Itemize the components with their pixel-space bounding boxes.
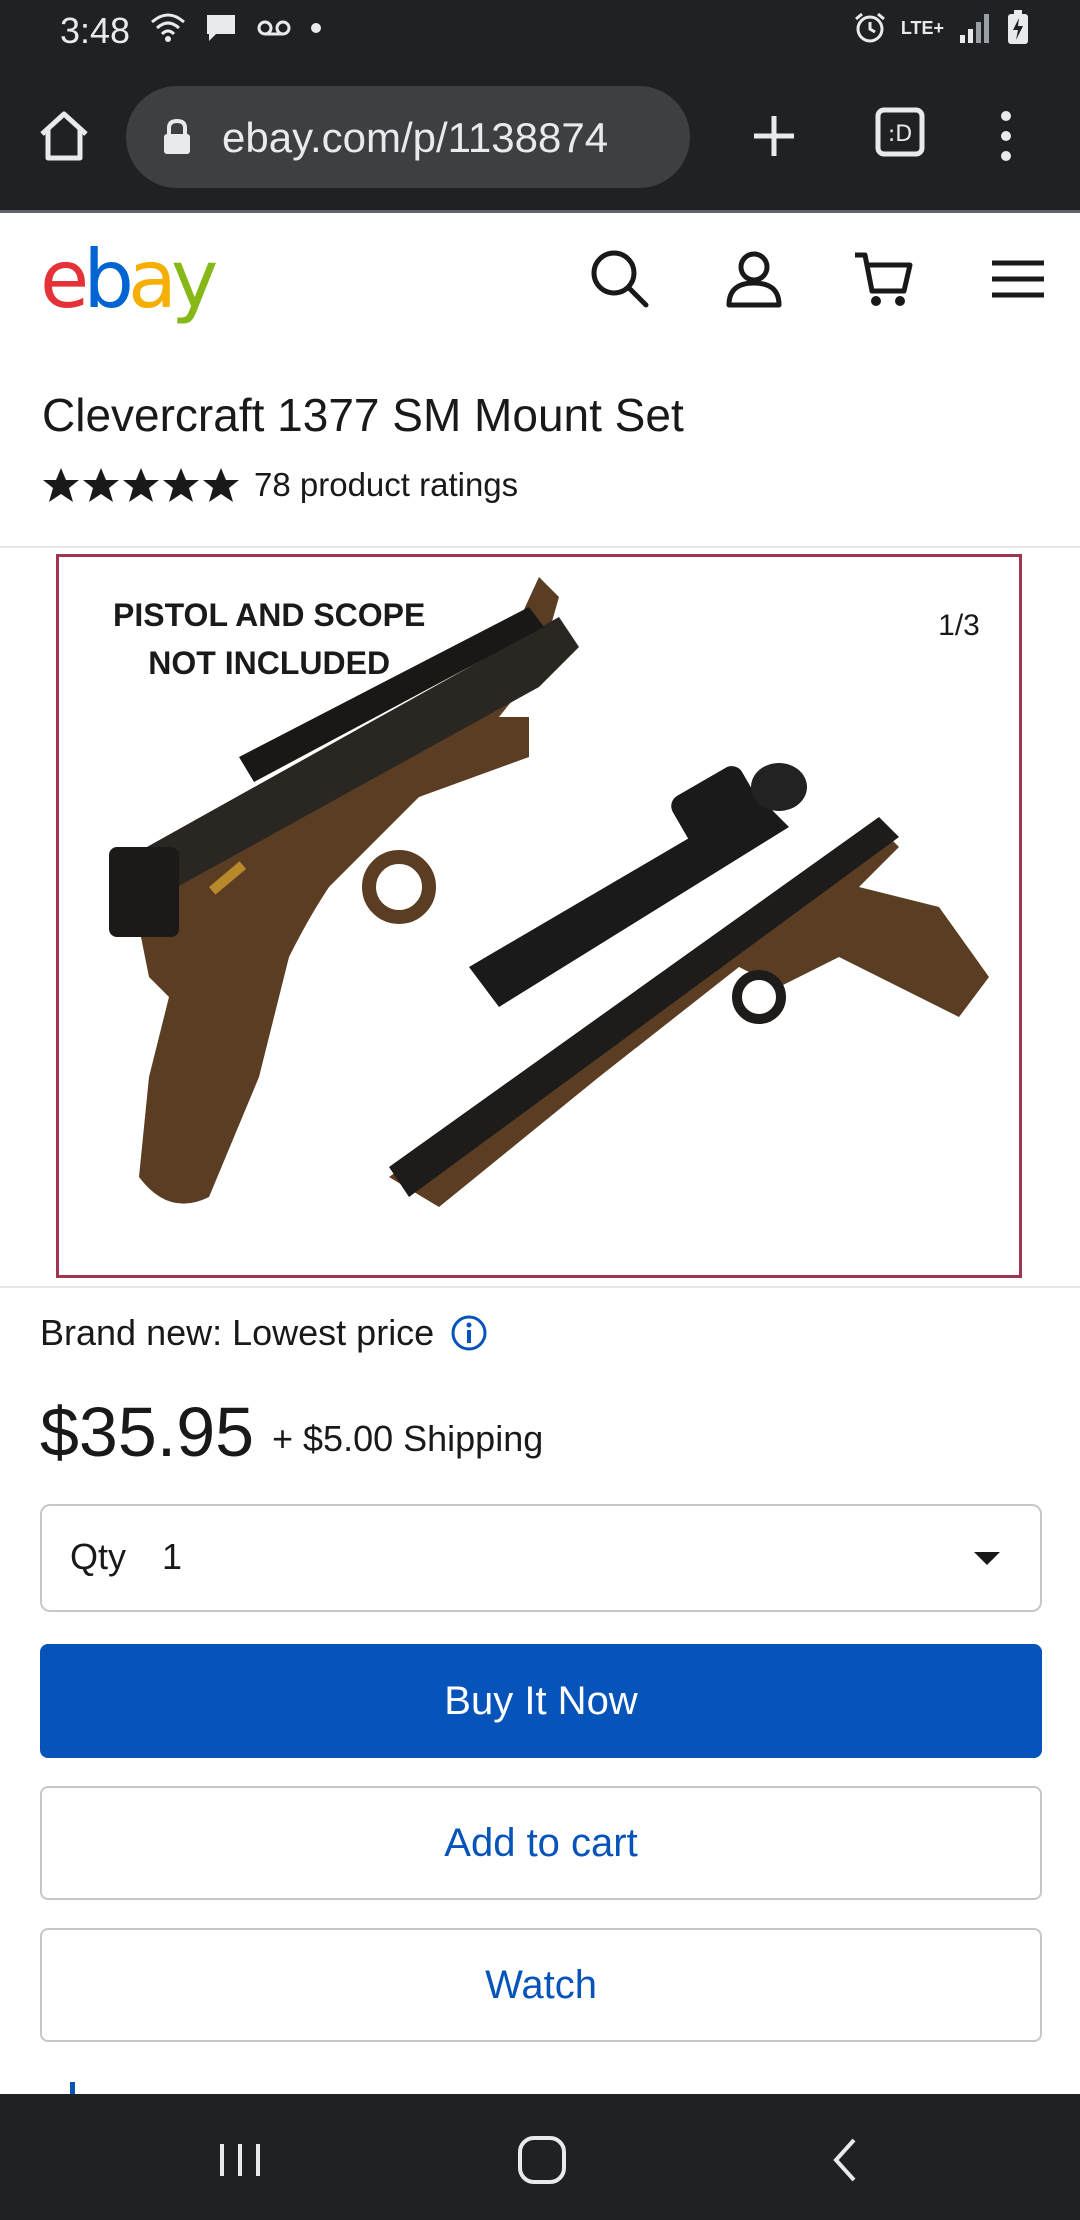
buy-it-now-button[interactable]: Buy It Now [40, 1644, 1042, 1758]
back-icon[interactable] [816, 2130, 876, 2190]
logo-letter: a [128, 233, 177, 326]
status-system-icons: LTE+ [853, 10, 1030, 46]
battery-icon [1008, 10, 1028, 44]
condition-row: Brand new: Lowest price [40, 1312, 488, 1354]
product-rating[interactable]: 78 product ratings [42, 466, 518, 504]
section-divider [0, 1286, 1080, 1288]
star-icon [123, 468, 159, 502]
voicemail-icon [257, 20, 291, 36]
status-notification-icons [150, 12, 322, 44]
recent-apps-icon[interactable] [210, 2130, 270, 2190]
more-options-icon[interactable] [986, 104, 1026, 168]
network-type: LTE+ [900, 18, 944, 38]
site-header: ebay [0, 213, 1080, 353]
add-to-cart-button[interactable]: Add to cart [40, 1786, 1042, 1900]
qty-value: 1 [162, 1536, 183, 1577]
star-icon [163, 468, 199, 502]
image-counter: 1/3 [899, 587, 1019, 665]
qty-label: Qty [70, 1536, 127, 1577]
caption-line-1: PISTOL AND SCOPE [113, 597, 426, 633]
home-nav-icon[interactable] [512, 2130, 572, 2190]
shipping-cost: + $5.00 Shipping [272, 1418, 544, 1459]
ratings-count: 78 product ratings [254, 466, 519, 503]
ebay-logo[interactable]: ebay [40, 233, 218, 326]
product-title: Clevercraft 1377 SM Mount Set [42, 389, 684, 441]
wifi-icon [151, 13, 185, 42]
new-tab-icon[interactable] [746, 108, 802, 164]
lock-icon [164, 118, 190, 154]
cart-icon[interactable] [852, 247, 916, 311]
hamburger-menu-icon[interactable] [986, 247, 1050, 311]
address-bar[interactable]: ebay.com/p/1138874 [126, 86, 690, 188]
star-rating [42, 467, 240, 503]
search-icon[interactable] [588, 247, 652, 311]
svg-text::D: :D [888, 122, 912, 147]
dot-icon [311, 23, 321, 33]
home-icon[interactable] [36, 108, 92, 164]
logo-letter: y [171, 233, 218, 326]
quantity-select[interactable]: Qty 1 [40, 1504, 1042, 1612]
alarm-icon [854, 12, 885, 43]
price: $35.95 [40, 1393, 255, 1471]
url-text: ebay.com/p/1138874 [222, 114, 609, 161]
tab-switcher-icon[interactable]: :D [872, 104, 928, 160]
condition-label: Brand new: Lowest price [40, 1312, 435, 1353]
status-time: 3:48 [60, 10, 131, 51]
caption-line-2: NOT INCLUDED [148, 645, 391, 681]
signal-icon [960, 14, 989, 43]
star-icon [43, 468, 79, 502]
section-divider [0, 546, 1080, 548]
logo-letter: b [83, 233, 134, 326]
status-bar: 3:48 LTE+ [0, 0, 1080, 64]
account-icon[interactable] [722, 247, 786, 311]
chevron-down-icon [974, 1552, 1000, 1565]
image-caption: PISTOL AND SCOPE NOT INCLUDED [113, 591, 425, 687]
browser-toolbar: ebay.com/p/1138874 :D [0, 64, 1080, 210]
star-icon [83, 468, 119, 502]
system-nav-bar [0, 2094, 1080, 2220]
star-icon [203, 468, 239, 502]
logo-letter: e [40, 233, 89, 326]
message-icon [207, 15, 235, 41]
product-image-carousel[interactable]: PISTOL AND SCOPE NOT INCLUDED 1/3 [56, 554, 1022, 1278]
info-icon[interactable] [450, 1314, 488, 1352]
next-section-peek [70, 2082, 75, 2094]
watch-button[interactable]: Watch [40, 1928, 1042, 2042]
